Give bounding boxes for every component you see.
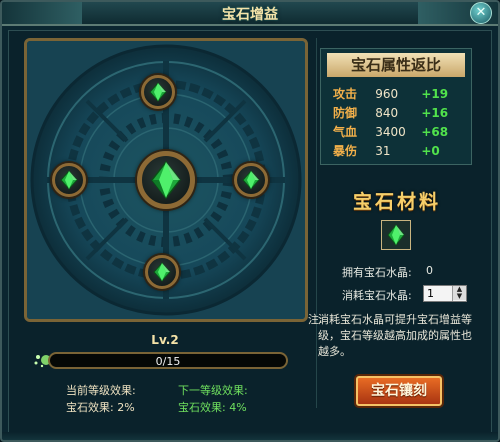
- attr-row-attack: 攻击 960 +19: [333, 85, 448, 103]
- consume-crystal-stepper[interactable]: 1 ▲ ▼: [423, 285, 467, 302]
- attr-value: 960: [375, 87, 399, 101]
- attr-row-hp: 气血 3400 +68: [333, 123, 448, 141]
- stepper-down-icon[interactable]: ▼: [453, 293, 466, 300]
- title-bar[interactable]: 宝石增益 ✕: [2, 2, 498, 26]
- gem-slot-bottom[interactable]: [145, 255, 179, 289]
- attr-value: 840: [375, 106, 399, 120]
- green-gem-icon: [153, 262, 171, 282]
- consume-crystal-value: 1: [427, 287, 434, 300]
- current-effect-title: 当前等级效果:: [66, 384, 136, 397]
- level-label: Lv.2: [151, 333, 179, 347]
- gem-slot-top[interactable]: [141, 75, 175, 109]
- attr-name: 防御: [333, 106, 358, 120]
- bottom-frame: [2, 432, 498, 440]
- attr-row-crit-damage: 暴伤 31 +0: [333, 142, 440, 160]
- attr-bonus: +19: [421, 87, 449, 101]
- window-title: 宝石增益: [222, 7, 278, 23]
- attr-bonus: +16: [421, 106, 449, 120]
- owned-crystal-value: 0: [426, 264, 433, 277]
- attr-bonus: +0: [421, 144, 440, 158]
- gem-inlay-button[interactable]: 宝石镶刻: [356, 376, 442, 406]
- note-prefix: 注:: [308, 313, 323, 326]
- next-effect-title: 下一等级效果:: [178, 384, 248, 397]
- owned-crystal-label: 拥有宝石水晶:: [342, 266, 412, 279]
- green-gem-icon: [60, 170, 78, 190]
- green-gem-icon: [151, 160, 181, 200]
- attribute-panel: 宝石属性返比 攻击 960 +19 防御 840 +16 气血 3400 +68…: [320, 48, 472, 165]
- current-effect-value: 宝石效果: 2%: [66, 401, 135, 414]
- attribute-panel-title: 宝石属性返比: [327, 53, 465, 77]
- gem-gain-window: 宝石增益 ✕ 宝石属性返比 攻击 960 +19 防御 840 +16 气血 3…: [0, 0, 500, 442]
- green-gem-icon: [387, 224, 405, 246]
- attr-value: 31: [375, 144, 391, 158]
- green-gem-icon: [149, 82, 167, 102]
- note-text: 消耗宝石水晶可提升宝石增益等级，宝石等级越高加成的属性也越多。: [318, 313, 472, 358]
- center-gem-slot[interactable]: [137, 151, 195, 209]
- close-button[interactable]: ✕: [470, 2, 492, 24]
- green-gem-icon: [242, 170, 260, 190]
- level-progress-text: 0/15: [155, 355, 181, 368]
- attr-name: 暴伤: [333, 144, 358, 158]
- material-slot[interactable]: [381, 220, 411, 250]
- stepper-buttons: ▲ ▼: [452, 286, 466, 301]
- attr-row-defense: 防御 840 +16: [333, 104, 448, 122]
- gem-slot-right[interactable]: [234, 163, 268, 197]
- attr-bonus: +68: [421, 125, 449, 139]
- panel-divider: [316, 38, 317, 408]
- attr-name: 气血: [333, 125, 358, 139]
- consume-crystal-label: 消耗宝石水晶:: [342, 289, 412, 302]
- gem-slot-left[interactable]: [52, 163, 86, 197]
- attr-name: 攻击: [333, 87, 358, 101]
- level-progress-bar: 0/15: [48, 352, 288, 369]
- gem-board: [24, 38, 308, 322]
- next-effect-value: 宝石效果: 4%: [178, 401, 247, 414]
- material-title: 宝石材料: [352, 191, 441, 213]
- attr-value: 3400: [375, 125, 406, 139]
- note: 注: 消耗宝石水晶可提升宝石增益等级，宝石等级越高加成的属性也越多。: [308, 312, 478, 360]
